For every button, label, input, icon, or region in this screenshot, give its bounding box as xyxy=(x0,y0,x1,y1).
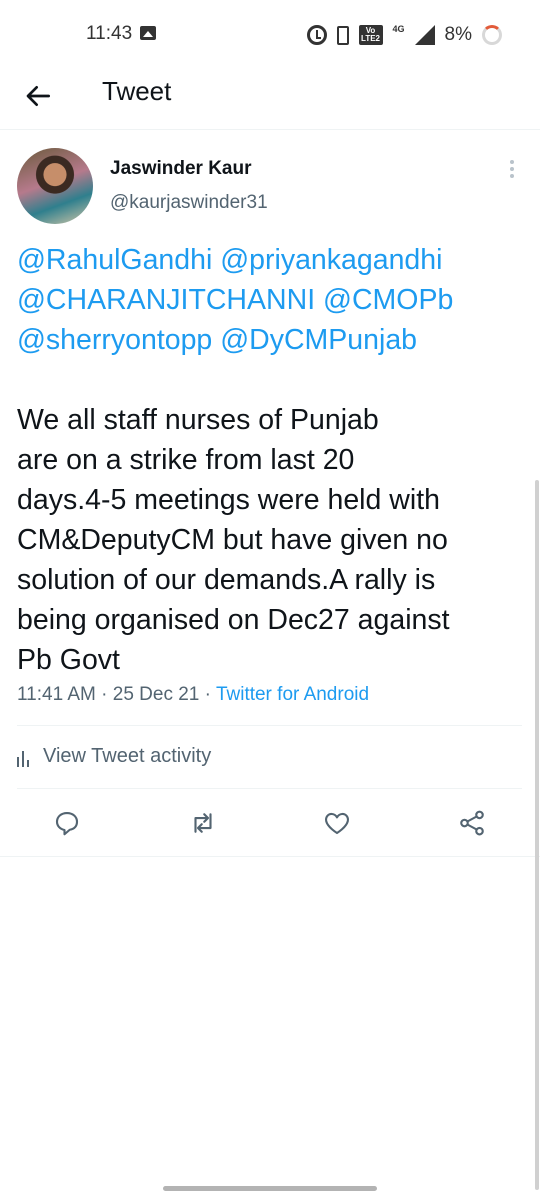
network-type-label: 4G xyxy=(392,24,405,34)
mention-line[interactable]: @sherryontopp @DyCMPunjab xyxy=(17,320,522,360)
mention-line[interactable]: @CHARANJITCHANNI @CMOPb xyxy=(17,280,522,320)
reply-icon[interactable] xyxy=(52,808,82,838)
signal-icon xyxy=(414,25,435,45)
tweet-body-line: are on a strike from last 20 xyxy=(17,444,355,476)
share-icon[interactable] xyxy=(457,808,487,838)
page-title: Tweet xyxy=(102,76,172,106)
tweet-action-bar xyxy=(0,808,540,838)
meta-separator: · xyxy=(101,684,108,705)
tweet-body-line: days.4-5 meetings were held with xyxy=(17,484,440,516)
tweet-body-line: solution of our demands.A rally is xyxy=(17,564,436,596)
divider xyxy=(17,788,522,789)
top-app-bar: Tweet xyxy=(0,68,540,130)
tweet-date: 25 Dec 21 xyxy=(112,684,200,705)
arrow-left-icon[interactable] xyxy=(22,80,54,112)
scrollbar[interactable] xyxy=(535,480,539,1190)
status-icons: Vo LTE2 4G 8% xyxy=(306,20,502,50)
battery-icon xyxy=(482,25,502,45)
status-bar: 11:43 Vo LTE2 4G 8% xyxy=(0,0,540,68)
tweet-body-line: CM&DeputyCM but have given no xyxy=(17,524,448,556)
volte-icon: Vo LTE2 xyxy=(358,25,383,45)
heart-icon[interactable] xyxy=(322,808,352,838)
tweet-time: 11:41 AM xyxy=(17,684,96,705)
gallery-notification-icon xyxy=(140,26,156,40)
avatar[interactable] xyxy=(17,148,93,224)
author-handle[interactable]: @kaurjaswinder31 xyxy=(110,192,268,214)
tweet-metadata: 11:41 AM · 25 Dec 21 · Twitter for Andro… xyxy=(17,684,369,706)
tweet-body-line: We all staff nurses of Punjab xyxy=(17,404,379,436)
retweet-icon[interactable] xyxy=(188,808,218,838)
tweet-body-line: Pb Govt xyxy=(17,644,120,676)
bar-chart-icon xyxy=(17,747,33,767)
view-tweet-activity-button[interactable]: View Tweet activity xyxy=(17,745,211,768)
tweet-text: @RahulGandhi @priyankagandhi @CHARANJITC… xyxy=(17,240,522,680)
home-indicator[interactable] xyxy=(163,1186,377,1191)
view-tweet-activity-label: View Tweet activity xyxy=(43,745,212,767)
status-time: 11:43 xyxy=(86,23,133,44)
divider xyxy=(17,725,522,726)
phone-icon xyxy=(336,25,349,45)
author-name[interactable]: Jaswinder Kaur xyxy=(110,158,252,180)
mention-line[interactable]: @RahulGandhi @priyankagandhi xyxy=(17,240,522,280)
battery-percent: 8% xyxy=(444,24,472,45)
meta-separator: · xyxy=(204,684,211,705)
tweet-source-link[interactable]: Twitter for Android xyxy=(216,684,369,705)
tweet-body-line: being organised on Dec27 against xyxy=(17,604,450,636)
alarm-icon xyxy=(306,25,327,45)
divider xyxy=(0,856,540,857)
more-vertical-icon[interactable] xyxy=(504,158,520,184)
